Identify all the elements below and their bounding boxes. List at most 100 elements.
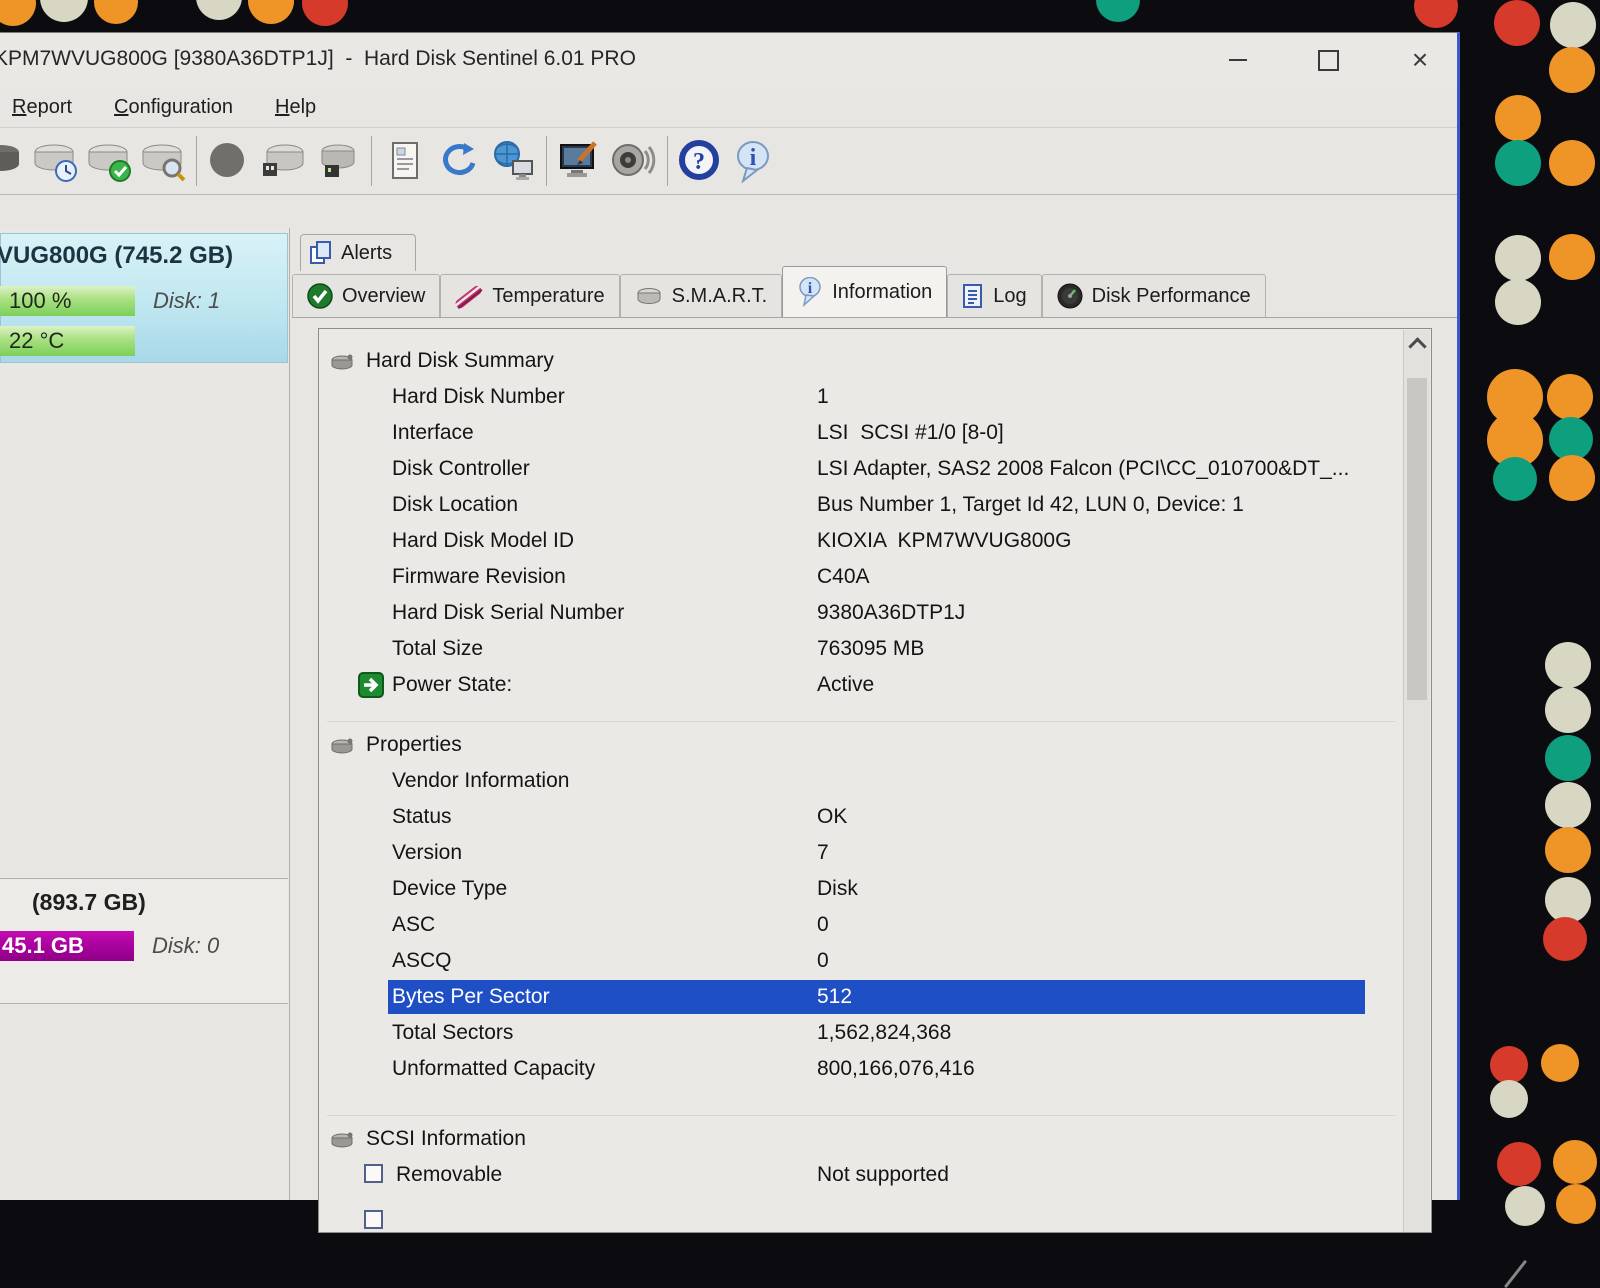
menu-report[interactable]: Report — [12, 96, 72, 119]
disk2-usage-bar: 45.1 GB — [0, 931, 134, 961]
wallpaper-dot — [1490, 1046, 1528, 1084]
wallpaper-dot — [1545, 782, 1591, 828]
wallpaper-dot — [1096, 0, 1140, 22]
tab-log[interactable]: Log — [947, 274, 1042, 317]
info-row[interactable]: Hard Disk Model ID KIOXIA KPM7WVUG800G — [320, 523, 1401, 559]
info-row[interactable]: Total Sectors 1,562,824,368 — [320, 1015, 1401, 1051]
disk1-temperature-bar: 22 °C — [0, 326, 135, 356]
tab-smart[interactable]: S.M.A.R.T. — [619, 274, 783, 317]
info-row[interactable]: Version 7 — [320, 835, 1401, 871]
toolbar-separator — [371, 136, 372, 186]
section-separator — [327, 721, 1395, 722]
monitor-edit-icon[interactable] — [553, 135, 607, 187]
network-computer-icon[interactable] — [486, 135, 540, 187]
info-row[interactable]: Vendor Information — [320, 763, 1401, 799]
tab-information[interactable]: i Information — [782, 266, 948, 317]
scrollbar-thumb[interactable] — [1407, 378, 1427, 700]
disk-eject-icon[interactable] — [311, 135, 365, 187]
vertical-scrollbar[interactable] — [1403, 330, 1430, 1232]
info-row-removable[interactable]: Removable Not supported — [320, 1157, 1401, 1197]
svg-text:?: ? — [693, 149, 705, 175]
removable-checkbox[interactable] — [364, 1164, 383, 1183]
wallpaper-dot — [248, 0, 294, 24]
tab-alerts[interactable]: Alerts — [300, 234, 416, 271]
disk-search-icon[interactable] — [136, 135, 190, 187]
info-row[interactable]: Hard Disk Serial Number 9380A36DTP1J — [320, 595, 1401, 631]
speaker-icon[interactable] — [607, 135, 661, 187]
alerts-pages-icon — [310, 241, 331, 264]
smart-disk-icon — [637, 288, 661, 304]
report-document-icon[interactable] — [378, 135, 432, 187]
disk-list-sidebar: VUG800G (745.2 GB) 100 % Disk: 1 22 °C (… — [0, 228, 290, 1200]
disk2-title: (893.7 GB) — [32, 889, 146, 915]
help-icon[interactable]: ? — [674, 135, 728, 187]
info-row[interactable]: Hard Disk Number 1 — [320, 379, 1401, 415]
wallpaper-dot — [1549, 140, 1595, 186]
app-window: KPM7WVUG800G [9380A36DTP1J] - Hard Disk … — [0, 32, 1528, 1288]
information-panel: Hard Disk Summary Hard Disk Number 1 Inte… — [318, 328, 1528, 1288]
disk-connector-icon[interactable] — [257, 135, 311, 187]
info-row[interactable]: Interface LSI SCSI #1/0 [8-0] — [320, 415, 1401, 451]
section-title: Hard Disk Summary — [366, 349, 554, 372]
menu-configuration[interactable]: Configuration — [114, 96, 233, 119]
tab-disk-performance[interactable]: Disk Performance — [1041, 274, 1266, 317]
svg-text:i: i — [750, 145, 757, 171]
disk-check-icon[interactable] — [82, 135, 136, 187]
section-title: Properties — [366, 733, 462, 756]
wallpaper-dot — [302, 0, 348, 26]
wallpaper-dot — [1495, 95, 1541, 141]
info-balloon-icon[interactable]: i — [728, 135, 782, 187]
maximize-icon — [1317, 49, 1339, 71]
log-document-icon — [963, 284, 983, 308]
minimize-button[interactable] — [1210, 33, 1266, 87]
wallpaper-dot — [1495, 279, 1541, 325]
info-row-selected[interactable]: Bytes Per Sector 512 — [320, 979, 1401, 1015]
disk2-number-label: Disk: 0 — [152, 933, 220, 958]
close-button[interactable]: × — [1392, 33, 1448, 87]
screen-scratch — [1503, 1259, 1528, 1288]
wallpaper-dot — [1545, 642, 1591, 688]
disk-clock-icon[interactable] — [28, 135, 82, 187]
info-row[interactable]: Firmware Revision C40A — [320, 559, 1401, 595]
disk1-health-bar: 100 % — [0, 286, 135, 316]
info-row[interactable]: ASC 0 — [320, 907, 1401, 943]
wallpaper-dot — [1495, 140, 1541, 186]
section-disk-icon — [330, 352, 356, 377]
minimize-icon — [1229, 59, 1247, 61]
disk-list-item-2[interactable]: (893.7 GB) 45.1 GB Disk: 0 — [0, 878, 288, 1004]
wallpaper-dot — [40, 0, 88, 22]
info-row[interactable]: Total Size 763095 MB — [320, 631, 1401, 667]
info-row-partial[interactable] — [320, 1197, 1401, 1229]
info-row[interactable]: Disk Location Bus Number 1, Target Id 42,… — [320, 487, 1401, 523]
section-properties: Properties Vendor Information Status OK V… — [320, 727, 1401, 1087]
disk-dark-icon[interactable] — [203, 135, 257, 187]
wallpaper-dot — [196, 0, 242, 20]
toolbar: ? i — [0, 128, 1457, 195]
wallpaper-dot — [1414, 0, 1458, 28]
disk-cut-icon[interactable] — [0, 135, 28, 187]
disk-list-item-1[interactable]: VUG800G (745.2 GB) 100 % Disk: 1 22 °C — [0, 233, 288, 363]
maximize-button[interactable] — [1300, 33, 1356, 87]
partial-checkbox[interactable] — [364, 1210, 383, 1229]
tab-alerts-label: Alerts — [341, 241, 393, 264]
section-disk-icon — [330, 1130, 356, 1155]
info-row-power-state[interactable]: Power State: Active — [320, 667, 1401, 703]
overview-check-icon — [307, 283, 333, 309]
wallpaper-dot — [1550, 2, 1596, 48]
wallpaper-dot — [1545, 687, 1591, 733]
scroll-up-arrow[interactable] — [1404, 330, 1430, 358]
wallpaper-dot — [1549, 455, 1595, 501]
tab-temperature[interactable]: Temperature — [440, 274, 620, 317]
info-row[interactable]: Status OK — [320, 799, 1401, 835]
info-row[interactable]: Device Type Disk — [320, 871, 1401, 907]
menu-help[interactable]: Help — [275, 96, 316, 119]
info-row[interactable]: Disk Controller LSI Adapter, SAS2 2008 Fa… — [320, 451, 1401, 487]
toolbar-separator — [546, 136, 547, 186]
info-row[interactable]: Unformatted Capacity 800,166,076,416 — [320, 1051, 1401, 1087]
toolbar-separator — [667, 136, 668, 186]
wallpaper-dot — [1541, 1044, 1579, 1082]
tab-overview[interactable]: Overview — [292, 274, 441, 317]
info-row[interactable]: ASCQ 0 — [320, 943, 1401, 979]
chevron-up-icon — [1407, 336, 1427, 356]
refresh-icon[interactable] — [432, 135, 486, 187]
